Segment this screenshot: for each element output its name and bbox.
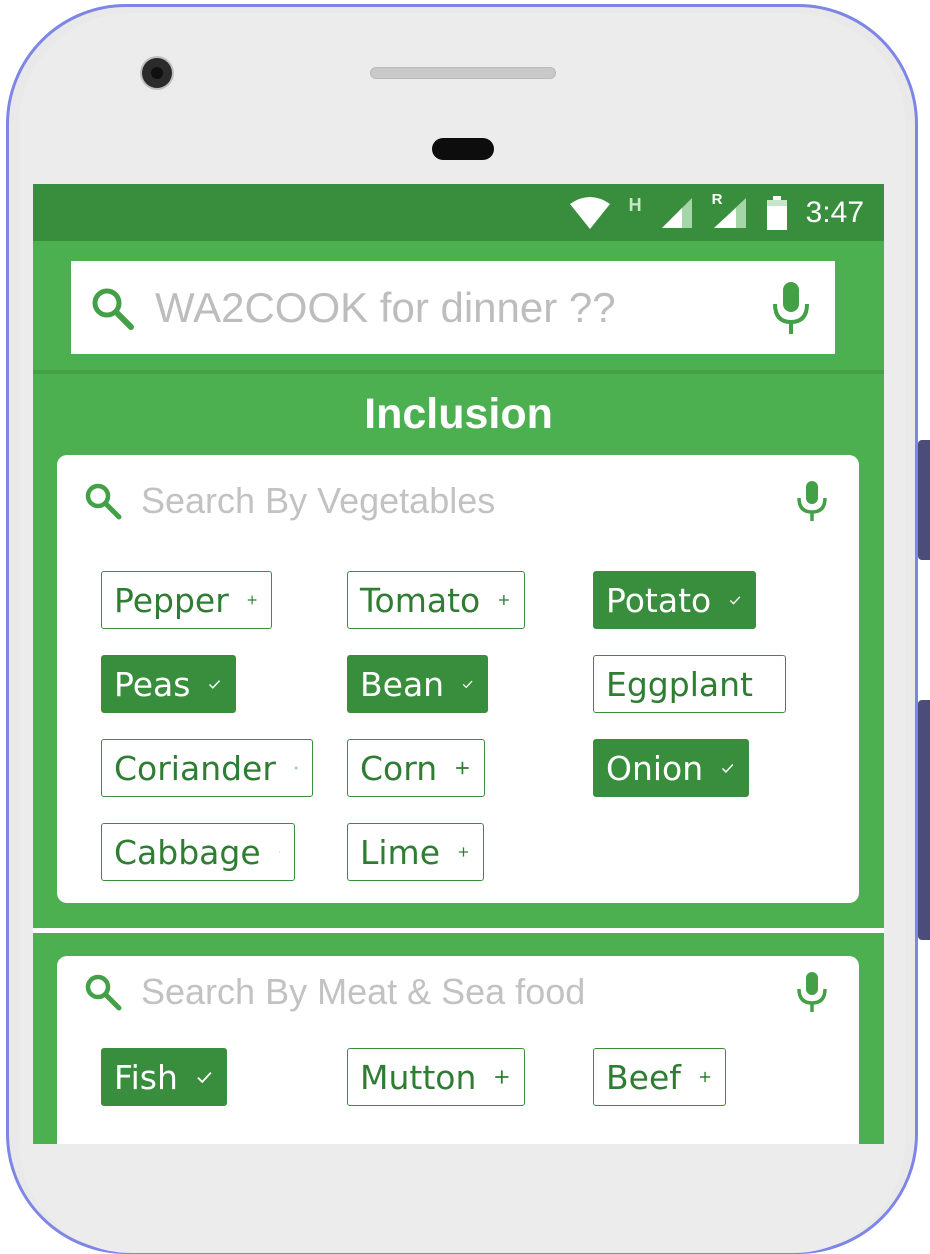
vegetables-search-input[interactable]: Search By Vegetables xyxy=(141,480,795,522)
chip-lime[interactable]: Lime xyxy=(347,823,484,881)
network-type-label: H xyxy=(629,195,642,216)
power-button xyxy=(918,700,930,940)
clock: 3:47 xyxy=(806,196,864,230)
chip-mutton[interactable]: Mutton xyxy=(347,1048,525,1106)
meat-search-input[interactable]: Search By Meat & Sea food xyxy=(141,971,795,1013)
front-camera xyxy=(142,58,172,88)
check-icon[interactable] xyxy=(462,671,473,697)
chip-label: Tomato xyxy=(360,581,480,620)
earpiece xyxy=(432,138,494,160)
chip-bean[interactable]: Bean xyxy=(347,655,488,713)
chip-potato[interactable]: Potato xyxy=(593,571,756,629)
plus-icon[interactable] xyxy=(494,1064,510,1090)
main-search-input[interactable]: WA2COOK for dinner ?? xyxy=(155,284,769,332)
plus-icon[interactable] xyxy=(294,755,298,781)
search-icon[interactable] xyxy=(83,481,123,521)
chip-label: Bean xyxy=(360,665,444,704)
chip-eggplant[interactable]: Eggplant xyxy=(593,655,786,713)
volume-button xyxy=(918,440,930,560)
check-icon[interactable] xyxy=(721,755,734,781)
chip-label: Coriander xyxy=(114,749,276,788)
main-search-bar[interactable]: WA2COOK for dinner ?? xyxy=(71,261,835,354)
speaker-grill xyxy=(370,67,556,79)
chip-corn[interactable]: Corn xyxy=(347,739,485,797)
chip-fish[interactable]: Fish xyxy=(101,1048,227,1106)
top-search-area: WA2COOK for dinner ?? xyxy=(33,241,884,374)
vegetables-card: Search By Vegetables Pepper Tomato Potato P… xyxy=(57,455,859,903)
chip-label: Mutton xyxy=(360,1058,476,1097)
mic-icon[interactable] xyxy=(795,971,829,1013)
wifi-icon xyxy=(569,196,611,230)
plus-icon[interactable] xyxy=(455,755,470,781)
plus-icon[interactable] xyxy=(699,1064,711,1090)
chip-label: Beef xyxy=(606,1058,681,1097)
section-title: Inclusion xyxy=(33,386,884,442)
chip-peas[interactable]: Peas xyxy=(101,655,236,713)
chip-onion[interactable]: Onion xyxy=(593,739,749,797)
mic-icon[interactable] xyxy=(769,280,813,336)
app-screen: H R 3:47 xyxy=(33,184,884,1144)
chip-label: Eggplant xyxy=(606,665,753,704)
check-icon[interactable] xyxy=(196,1064,212,1090)
section-divider xyxy=(33,928,884,933)
status-bar: H R 3:47 xyxy=(33,184,884,241)
plus-icon[interactable] xyxy=(498,587,510,613)
chip-label: Fish xyxy=(114,1058,178,1097)
plus-icon[interactable] xyxy=(279,839,280,865)
chip-tomato[interactable]: Tomato xyxy=(347,571,525,629)
meat-search-bar[interactable]: Search By Meat & Sea food xyxy=(57,956,859,1028)
signal-icon xyxy=(660,197,694,229)
roaming-label: R xyxy=(712,191,723,208)
chip-cabbage[interactable]: Cabbage xyxy=(101,823,295,881)
chip-label: Potato xyxy=(606,581,711,620)
check-icon[interactable] xyxy=(729,587,741,613)
vegetables-search-bar[interactable]: Search By Vegetables xyxy=(57,455,859,547)
chip-label: Corn xyxy=(360,749,437,788)
search-icon[interactable] xyxy=(89,285,135,331)
plus-icon[interactable] xyxy=(458,839,469,865)
chip-pepper[interactable]: Pepper xyxy=(101,571,272,629)
check-icon[interactable] xyxy=(208,671,221,697)
chip-coriander[interactable]: Coriander xyxy=(101,739,313,797)
search-icon[interactable] xyxy=(83,972,123,1012)
chip-label: Onion xyxy=(606,749,703,788)
battery-icon xyxy=(766,196,788,230)
chip-label: Cabbage xyxy=(114,833,261,872)
plus-icon[interactable] xyxy=(247,587,257,613)
chip-beef[interactable]: Beef xyxy=(593,1048,726,1106)
chip-label: Lime xyxy=(360,833,440,872)
meat-card: Search By Meat & Sea food Fish Mutton Beef xyxy=(57,956,859,1144)
chip-label: Peas xyxy=(114,665,190,704)
chip-label: Pepper xyxy=(114,581,229,620)
mic-icon[interactable] xyxy=(795,480,829,522)
